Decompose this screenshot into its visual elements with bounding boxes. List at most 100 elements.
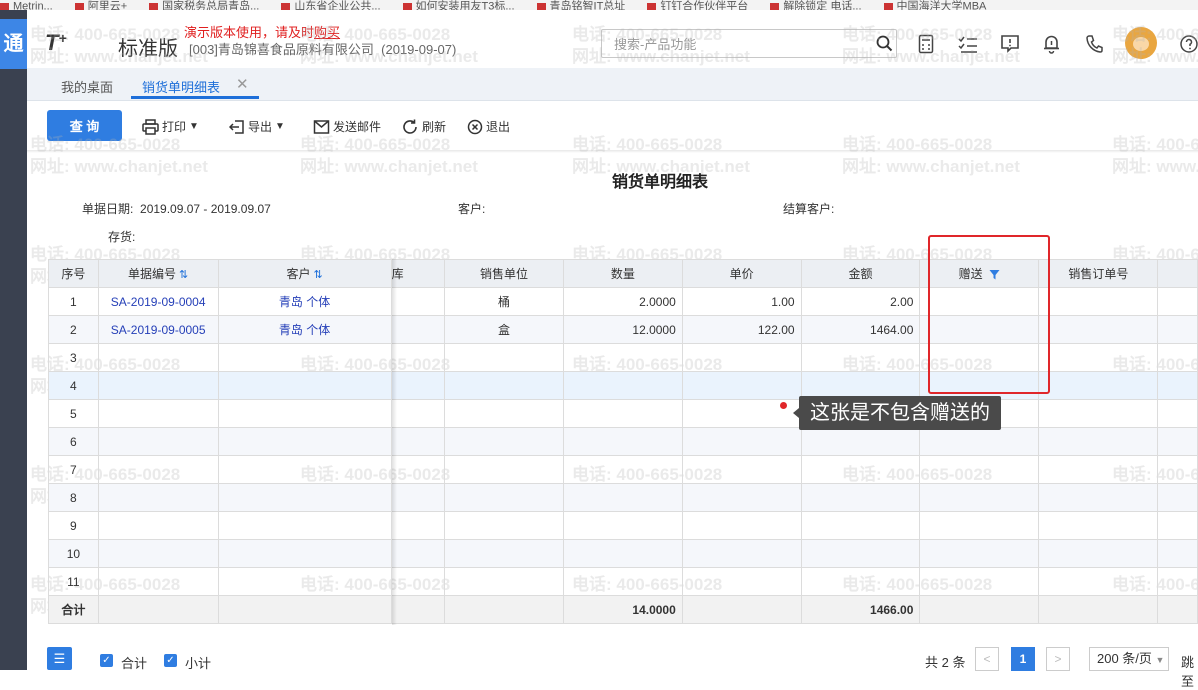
table-row[interactable]: 5 <box>48 399 1198 428</box>
bookmark-icon <box>536 2 546 10</box>
table-row[interactable]: 9 <box>48 511 1198 540</box>
annotation-callout: 这张是不包含赠送的 <box>793 396 1001 430</box>
bookmark-icon <box>647 2 657 10</box>
tab-my-desktop[interactable]: 我的桌面 <box>61 77 113 96</box>
query-button[interactable]: 查 询 <box>47 110 122 141</box>
cell-qty <box>562 567 683 596</box>
sort-icon[interactable]: ⇅ <box>179 269 188 281</box>
column-settings-button[interactable]: ☰ <box>47 647 72 670</box>
cell-order-no <box>1038 539 1159 568</box>
table-row[interactable]: 11 <box>48 567 1198 596</box>
buy-link[interactable]: 购买 <box>314 25 340 40</box>
cell-customer <box>217 567 392 596</box>
page-button-current[interactable]: 1 <box>1011 647 1035 671</box>
bookmark-item[interactable]: 钉钉合作伙伴平台 <box>647 1 748 10</box>
watermark-text: 网址: www.chanjet.net <box>300 157 478 176</box>
table-row[interactable]: 6 <box>48 427 1198 456</box>
bookmark-item[interactable]: 如何安装用友T3标... <box>402 0 515 11</box>
send-email-button[interactable]: 发送邮件 <box>313 118 381 135</box>
cell-extra <box>1157 371 1198 400</box>
cell-qty <box>562 483 683 512</box>
cell-seq: 7 <box>48 455 99 484</box>
export-button[interactable]: 导出 ▼ <box>229 118 285 135</box>
col-price[interactable]: 单价 <box>681 259 802 288</box>
cell-extra <box>1157 287 1198 316</box>
help-icon[interactable] <box>1180 35 1198 53</box>
cell-doc-no <box>97 567 219 596</box>
cell-seq: 9 <box>48 511 99 540</box>
cell-order-no <box>1038 371 1159 400</box>
cell-seq: 8 <box>48 483 99 512</box>
page-size-select[interactable]: 200 条/页 ▼ <box>1089 647 1169 671</box>
calculator-icon[interactable] <box>918 34 934 54</box>
cell-amount: 2.00 <box>800 287 921 316</box>
cell-price <box>681 343 802 372</box>
print-button[interactable]: 打印 ▼ <box>142 118 199 135</box>
cell-seq: 10 <box>48 539 99 568</box>
bookmark-item[interactable]: Metrin... <box>0 1 53 10</box>
cell-qty <box>562 539 683 568</box>
sum-checkbox[interactable]: ✓ <box>100 654 113 667</box>
table-row[interactable]: 10 <box>48 539 1198 568</box>
bookmark-label: 如何安装用友T3标... <box>415 0 515 11</box>
cell-customer[interactable]: 青岛 个体 <box>217 287 392 316</box>
chevron-down-icon: ▼ <box>275 121 285 132</box>
refresh-icon <box>403 119 417 134</box>
col-hidden[interactable]: 库 <box>390 259 445 288</box>
col-unit[interactable]: 销售单位 <box>443 259 564 288</box>
cell-price: 1.00 <box>681 287 802 316</box>
bookmark-item[interactable]: 中国海洋大学MBA <box>883 1 986 10</box>
bookmarks-bar: Metrin... 阿里云+ 国家税务总局青岛... 山东省企业公共... 如何安装用友… <box>0 0 1198 10</box>
search-box[interactable] <box>601 29 897 58</box>
search-icon[interactable] <box>876 35 893 52</box>
avatar[interactable] <box>1125 27 1157 59</box>
bell-icon[interactable] <box>1042 34 1061 54</box>
cell-hidden <box>390 343 445 372</box>
cell-extra <box>1157 315 1198 344</box>
company-date: (2019-09-07) <box>381 42 457 57</box>
subtotal-checkbox[interactable]: ✓ <box>164 654 177 667</box>
message-icon[interactable] <box>1000 34 1020 54</box>
exit-button[interactable]: 退出 <box>467 118 510 135</box>
export-icon <box>229 119 244 134</box>
checklist-icon[interactable] <box>958 35 978 53</box>
cell-customer[interactable]: 青岛 个体 <box>217 315 392 344</box>
refresh-button[interactable]: 刷新 <box>402 118 446 135</box>
search-input[interactable] <box>612 36 866 53</box>
cell-price <box>681 427 802 456</box>
col-amount[interactable]: 金额 <box>800 259 921 288</box>
cell-order-no <box>1038 399 1159 428</box>
bookmark-item[interactable]: 青岛铭智IT总址 <box>536 1 625 10</box>
col-customer[interactable]: 客户 ⇅ <box>217 259 392 288</box>
cell-hidden <box>390 315 445 344</box>
refresh-label: 刷新 <box>422 120 447 134</box>
bookmark-item[interactable]: 国家税务总局青岛... <box>149 0 260 11</box>
next-page-button[interactable]: > <box>1046 647 1070 671</box>
bookmark-item[interactable]: 解除锁定 电话... <box>770 1 862 10</box>
cell-doc-no[interactable]: SA-2019-09-0005 <box>97 315 219 344</box>
highlight-box <box>928 235 1050 394</box>
col-seq[interactable]: 序号 <box>48 259 99 288</box>
table-row[interactable]: 7 <box>48 455 1198 484</box>
bookmark-item[interactable]: 阿里云+ <box>74 1 127 10</box>
app-edition: 标准版 <box>118 38 178 60</box>
filter-settle-customer-label: 结算客户: <box>783 202 835 216</box>
table-row[interactable]: 8 <box>48 483 1198 512</box>
cell-doc-no[interactable]: SA-2019-09-0004 <box>97 287 219 316</box>
bookmark-item[interactable]: 山东省企业公共... <box>281 1 381 10</box>
phone-icon[interactable] <box>1085 34 1103 54</box>
cell-unit <box>443 483 564 512</box>
sort-icon[interactable]: ⇅ <box>313 269 322 281</box>
watermark-text: 网址: www.chanjet.net <box>30 157 208 176</box>
prev-page-button[interactable]: < <box>975 647 999 671</box>
bookmark-label: 国家税务总局青岛... <box>162 0 260 11</box>
tab-close-icon[interactable]: ✕ <box>236 75 249 93</box>
col-order-no[interactable]: 销售订单号 <box>1038 259 1159 288</box>
col-doc-no[interactable]: 单据编号 ⇅ <box>97 259 219 288</box>
sidebar-menu-button[interactable]: 通 <box>0 19 27 69</box>
subtotal-checkbox-label: 小计 <box>185 656 212 671</box>
col-qty[interactable]: 数量 <box>562 259 683 288</box>
cell-customer <box>217 483 392 512</box>
logo-text: T <box>45 30 59 55</box>
tab-sales-detail[interactable]: 销货单明细表 <box>142 77 220 96</box>
